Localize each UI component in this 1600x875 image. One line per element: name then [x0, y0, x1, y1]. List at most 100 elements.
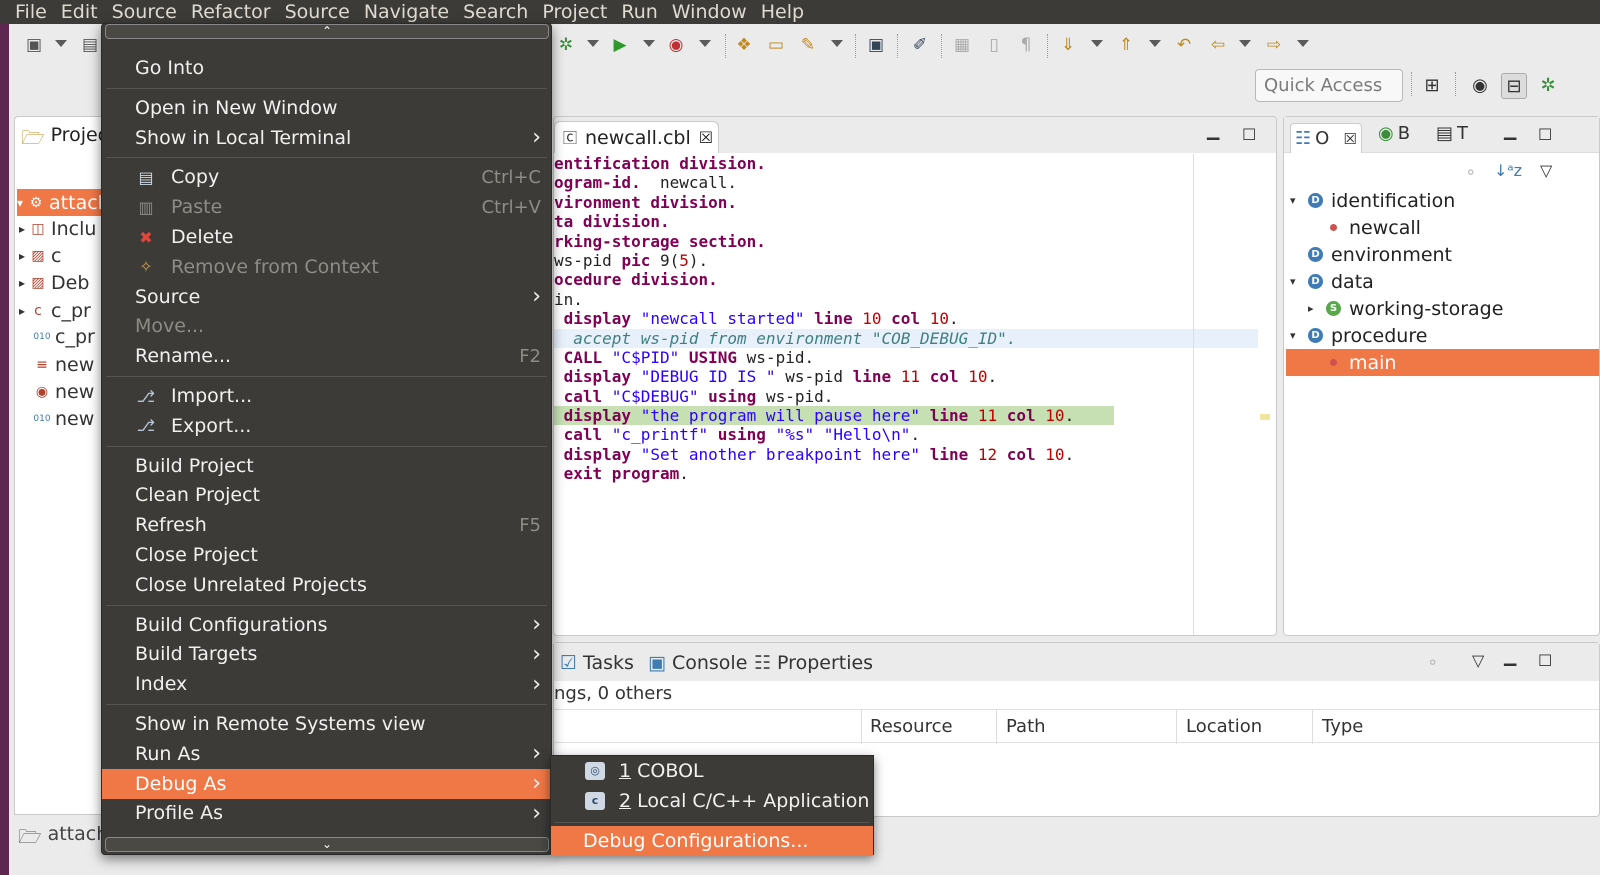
- menu-search[interactable]: Search: [456, 0, 535, 24]
- menu-item-open-in-new-window[interactable]: Open in New Window: [102, 93, 551, 123]
- code-line[interactable]: exit program.: [554, 464, 1194, 483]
- debug-icon[interactable]: ✲: [555, 34, 577, 56]
- toggle-block-icon[interactable]: ▯: [983, 34, 1005, 56]
- menu-project[interactable]: Project: [535, 0, 614, 24]
- menu-file[interactable]: File: [8, 0, 54, 24]
- code-line[interactable]: ogram-id. newcall.: [554, 173, 1194, 192]
- open-perspective-icon[interactable]: ⊞: [1419, 73, 1445, 99]
- menu-source-2[interactable]: Source: [278, 0, 357, 24]
- tab-console[interactable]: ▣ Console: [648, 652, 747, 674]
- code-line[interactable]: accept ws-pid from environment "COB_DEBU…: [554, 328, 1258, 348]
- menu-scroll-down[interactable]: ⌄: [105, 837, 549, 852]
- code-line[interactable]: ocedure division.: [554, 270, 1194, 289]
- overview-ruler-marker[interactable]: [1260, 414, 1270, 420]
- code-editor[interactable]: entification division. ogram-id. newcall.…: [554, 154, 1258, 484]
- tab-newcall-cbl[interactable]: 🄲 newcall.cbl ☒: [554, 121, 719, 153]
- tree-item[interactable]: ▾ ⚙ attach: [17, 189, 111, 216]
- quick-access-input[interactable]: Quick Access: [1255, 69, 1403, 102]
- close-icon[interactable]: ☒: [699, 128, 713, 147]
- menu-item-import[interactable]: ⎇ Import...: [102, 381, 551, 411]
- code-line[interactable]: display "newcall started" line 10 col 10…: [554, 309, 1194, 328]
- run-dropdown-icon[interactable]: [643, 40, 655, 47]
- code-line[interactable]: in.: [554, 290, 1194, 309]
- menu-item-build-project[interactable]: Build Project: [102, 451, 551, 481]
- next-annotation-dropdown-icon[interactable]: [1091, 40, 1103, 47]
- collapse-icon[interactable]: ▾: [1290, 194, 1300, 207]
- menu-run[interactable]: Run: [614, 0, 664, 24]
- maximize-icon[interactable]: ☐: [1242, 125, 1256, 144]
- prev-annotation-icon[interactable]: ⇑: [1115, 34, 1137, 56]
- menu-source[interactable]: Source: [105, 0, 184, 24]
- search-tool-icon[interactable]: ✎: [797, 34, 819, 56]
- debug-dropdown-icon[interactable]: [587, 40, 599, 47]
- expand-icon[interactable]: ▸: [19, 276, 25, 290]
- menu-edit[interactable]: Edit: [54, 0, 105, 24]
- new-icon[interactable]: ▣: [23, 34, 45, 56]
- menu-item-rename[interactable]: Rename... F2: [102, 341, 551, 371]
- tree-item[interactable]: ▸ ▨ Deb: [19, 269, 89, 296]
- outline-item[interactable]: ▾ Ddata: [1286, 268, 1599, 295]
- menu-item-close-project[interactable]: Close Project: [102, 540, 551, 570]
- menu-item-debug-as[interactable]: Debug As ›: [102, 768, 551, 799]
- code-line[interactable]: CALL "C$PID" USING ws-pid.: [554, 348, 1194, 367]
- code-line[interactable]: rking-storage section.: [554, 232, 1194, 251]
- menu-item-delete[interactable]: ✖ Delete: [102, 222, 551, 252]
- expand-icon[interactable]: ▸: [19, 222, 25, 236]
- menu-navigate[interactable]: Navigate: [357, 0, 456, 24]
- menu-item-build-configurations[interactable]: Build Configurations ›: [102, 610, 551, 640]
- save-icon[interactable]: ▤: [79, 34, 101, 56]
- link-icon[interactable]: ⚬: [1426, 653, 1439, 672]
- menu-item-copy[interactable]: ▤ Copy Ctrl+C: [102, 162, 551, 192]
- column-location[interactable]: Location: [1186, 716, 1262, 737]
- submenu-item-local-c-app[interactable]: c 2 Local C/C++ Application: [551, 786, 873, 816]
- sort-icon[interactable]: ↓ᵃz: [1494, 161, 1522, 180]
- tree-item[interactable]: 010 new: [19, 405, 94, 432]
- column-resource[interactable]: Resource: [870, 716, 953, 737]
- minimize-icon[interactable]: ▁: [1504, 121, 1516, 140]
- tree-item[interactable]: ▸ ▨ c: [19, 242, 61, 269]
- code-line[interactable]: entification division.: [554, 154, 1194, 173]
- collapse-icon[interactable]: ▾: [1290, 329, 1300, 342]
- menu-refactor[interactable]: Refactor: [184, 0, 278, 24]
- submenu-item-cobol[interactable]: ◎ 1 COBOL: [551, 756, 873, 786]
- debug-configurations-item[interactable]: Debug Configurations...: [551, 826, 873, 856]
- column-type[interactable]: Type: [1322, 716, 1363, 737]
- toggle-mark-icon[interactable]: ▦: [951, 34, 973, 56]
- outline-item[interactable]: newcall: [1286, 214, 1599, 241]
- menu-item-close-unrelated-projects[interactable]: Close Unrelated Projects: [102, 570, 551, 600]
- tree-item[interactable]: 010 c_pr: [19, 323, 94, 350]
- close-icon[interactable]: ☒: [1343, 130, 1356, 148]
- pin-icon[interactable]: ✐: [909, 34, 931, 56]
- forward-dropdown-icon[interactable]: [1297, 40, 1309, 47]
- code-line[interactable]: ta division.: [554, 212, 1194, 231]
- search-tool-dropdown-icon[interactable]: [831, 40, 843, 47]
- tab-outline[interactable]: ☷ O ☒: [1290, 123, 1362, 153]
- view-menu-icon[interactable]: ▽: [1540, 161, 1552, 180]
- outline-item[interactable]: Denvironment: [1286, 241, 1599, 268]
- tree-item[interactable]: ▸ ◫ Inclu: [19, 215, 96, 242]
- column-path[interactable]: Path: [1006, 716, 1046, 737]
- menu-window[interactable]: Window: [665, 0, 754, 24]
- prev-annotation-dropdown-icon[interactable]: [1149, 40, 1161, 47]
- code-line[interactable]: display "the program will pause here" li…: [554, 406, 1114, 426]
- menu-item-index[interactable]: Index ›: [102, 669, 551, 699]
- menu-scroll-up[interactable]: ⌃: [105, 24, 549, 39]
- collapse-icon[interactable]: ▾: [1290, 275, 1300, 288]
- expand-icon[interactable]: ▸: [19, 304, 25, 318]
- menu-item-run-as[interactable]: Run As ›: [102, 739, 551, 769]
- c-perspective-icon[interactable]: ⊟: [1501, 73, 1527, 99]
- code-line[interactable]: vironment division.: [554, 193, 1194, 212]
- menu-item-export[interactable]: ⎇ Export...: [102, 411, 551, 441]
- code-line[interactable]: display "Set another breakpoint here" li…: [554, 445, 1194, 464]
- maximize-icon[interactable]: ☐: [1538, 125, 1552, 144]
- back-dropdown-icon[interactable]: [1239, 40, 1251, 47]
- menu-item-go-into[interactable]: Go Into: [102, 53, 551, 83]
- show-whitespace-icon[interactable]: ¶: [1015, 34, 1037, 56]
- view-menu-icon[interactable]: ▽: [1472, 651, 1484, 670]
- maximize-icon[interactable]: ☐: [1538, 651, 1552, 670]
- open-type-icon[interactable]: ❖: [733, 34, 755, 56]
- tab-tasks-view[interactable]: ▤ T: [1436, 123, 1468, 144]
- menu-item-source[interactable]: Source ›: [102, 282, 551, 312]
- expand-icon[interactable]: ▸: [19, 249, 25, 263]
- external-tools-icon[interactable]: ◉: [665, 34, 687, 56]
